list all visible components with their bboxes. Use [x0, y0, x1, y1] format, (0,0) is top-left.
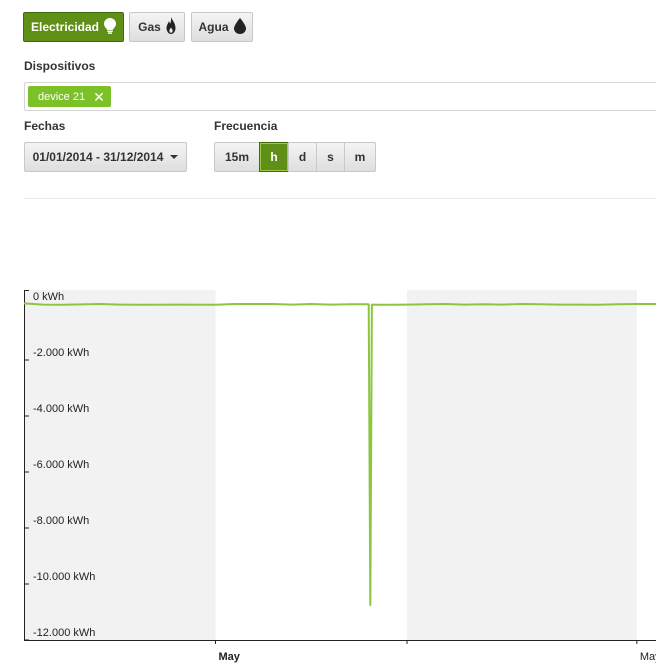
tab-agua-label: Agua [198, 20, 229, 34]
device-selector[interactable]: device 21 ✕ [24, 82, 656, 111]
consumption-chart[interactable]: 0 kWh -2.000 kWh -4.000 kWh -6.000 kWh -8.00… [0, 280, 656, 669]
lightbulb-icon [104, 17, 117, 37]
water-drop-icon [233, 17, 246, 37]
tab-agua[interactable]: Agua [191, 12, 253, 42]
freq-option-label: 15m [224, 150, 250, 164]
x-tick-label: May [219, 651, 241, 663]
freq-option-s[interactable]: s [316, 142, 345, 172]
freq-option-h[interactable]: h [259, 142, 289, 172]
freq-option-label: s [327, 150, 334, 164]
frequency-label: Frecuencia [214, 119, 278, 133]
y-tick-label: 0 kWh [33, 291, 64, 303]
freq-option-15m[interactable]: 15m [214, 142, 260, 172]
dates-label: Fechas [24, 119, 66, 133]
flame-icon [166, 17, 176, 37]
remove-device-icon[interactable]: ✕ [93, 90, 105, 104]
freq-option-label: m [354, 150, 366, 164]
freq-option-label: h [270, 150, 278, 164]
weekend-band [407, 290, 637, 640]
y-tick-label: -2.000 kWh [33, 347, 89, 359]
y-tick-label: -12.000 kWh [33, 627, 95, 639]
caret-down-icon [170, 155, 179, 159]
device-tag: device 21 ✕ [28, 86, 111, 107]
freq-option-m[interactable]: m [344, 142, 376, 172]
tab-gas-label: Gas [138, 20, 161, 34]
divider [24, 198, 656, 199]
y-tick-label: -8.000 kWh [33, 515, 89, 527]
freq-option-label: d [298, 150, 307, 164]
y-tick-label: -4.000 kWh [33, 403, 89, 415]
tab-gas[interactable]: Gas [129, 12, 185, 42]
freq-option-d[interactable]: d [288, 142, 317, 172]
x-tick-label: May 12 [640, 651, 656, 663]
date-range-dropdown[interactable]: 01/01/2014 - 31/12/2014 [24, 142, 187, 172]
y-tick-label: -6.000 kWh [33, 459, 89, 471]
devices-label: Dispositivos [24, 59, 96, 73]
device-tag-label: device 21 [38, 90, 86, 103]
date-range-value: 01/01/2014 - 31/12/2014 [32, 150, 164, 164]
tab-electricidad[interactable]: Electricidad [23, 12, 124, 42]
y-tick-label: -10.000 kWh [33, 571, 95, 583]
tab-electricidad-label: Electricidad [30, 20, 100, 34]
